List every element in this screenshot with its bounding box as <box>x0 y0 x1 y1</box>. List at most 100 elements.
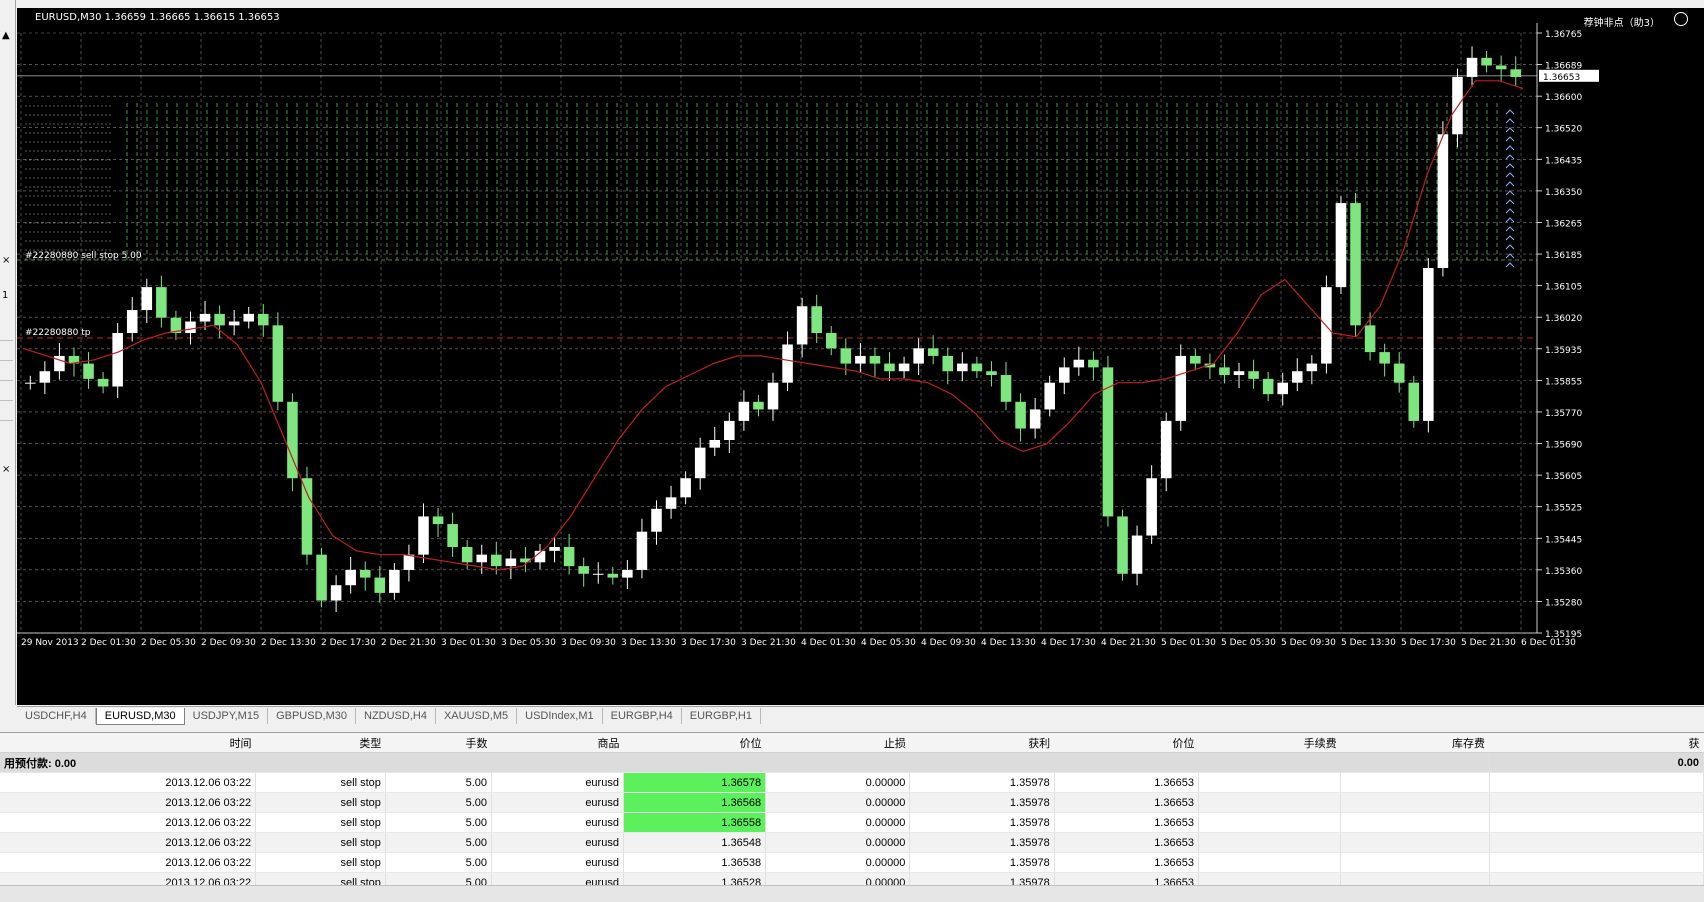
candle-body <box>1408 382 1420 421</box>
candle-body <box>957 363 968 372</box>
table-row[interactable]: 2013.12.06 03:22 sell stop 5.00 eurusd 1.365… <box>0 792 1704 813</box>
candle-body <box>447 524 458 548</box>
candle-body <box>228 321 240 326</box>
candle-body <box>753 401 764 410</box>
table-cell: 2013.12.06 03:22 <box>0 832 257 853</box>
order-arrow <box>1505 244 1515 250</box>
column-header[interactable]: 商品 <box>491 733 624 753</box>
table-cell: 2013.12.06 03:22 <box>0 812 257 833</box>
tab-eurgbp-h1[interactable]: EURGBP,H1 <box>682 708 761 724</box>
column-header[interactable]: 库存费 <box>1340 733 1490 753</box>
candle-body <box>1452 76 1463 135</box>
column-header[interactable]: 价位 <box>1054 733 1199 753</box>
close-icon[interactable]: × <box>2 464 10 475</box>
table-cell: sell stop <box>255 852 386 873</box>
navigator-panel-collapsed[interactable]: ▲ × 1 × <box>0 0 16 705</box>
candle-body <box>39 371 51 383</box>
table-row[interactable]: 2013.12.06 03:22 sell stop 5.00 eurusd 1.365… <box>0 852 1704 873</box>
column-header[interactable]: 止损 <box>765 733 910 753</box>
order-arrow <box>1505 109 1515 115</box>
tab-eurgbp-h4[interactable]: EURGBP,H4 <box>603 708 682 724</box>
column-header[interactable]: 手续费 <box>1198 733 1341 753</box>
table-row[interactable]: 2013.12.06 03:22 sell stop 5.00 eurusd 1.365… <box>0 832 1704 853</box>
time-label: 29 Nov 2013 <box>21 638 79 648</box>
table-cell: 2013.12.06 03:22 <box>0 772 257 793</box>
price-label: 1.36265 <box>1545 219 1582 229</box>
candle-body <box>374 577 386 593</box>
column-header[interactable]: 获 <box>1489 733 1704 753</box>
candle-body <box>855 355 866 364</box>
time-label: 4 Dec 17:30 <box>1041 638 1096 648</box>
table-cell: 0.00000 <box>765 812 911 833</box>
margin-summary-value: 0.00 <box>1489 752 1704 773</box>
candle-body <box>345 569 356 586</box>
current-price-label: 1.36653 <box>1543 73 1580 83</box>
candle-body <box>1088 359 1099 368</box>
table-cell: 1.36578 <box>623 772 767 793</box>
table-cell: 1.35978 <box>909 792 1055 813</box>
chart-title: EURUSD,M30 1.36659 1.36665 1.36615 1.366… <box>35 12 280 23</box>
candle-body <box>927 348 939 356</box>
horizontal-scrollbar[interactable] <box>0 885 1704 902</box>
time-label: 5 Dec 05:30 <box>1221 638 1276 648</box>
margin-summary-label: 用预付款: 0.00 <box>0 752 1490 773</box>
table-cell <box>1198 792 1342 813</box>
candle-body <box>767 382 779 410</box>
candle-body <box>243 313 255 322</box>
column-header[interactable]: 时间 <box>0 733 256 753</box>
candle-body <box>214 313 225 326</box>
table-cell: 0.00000 <box>765 832 911 853</box>
column-header[interactable]: 手数 <box>385 733 492 753</box>
candle-body <box>97 378 109 387</box>
tab-eurusd-m30[interactable]: EURUSD,M30 <box>95 708 185 725</box>
price-chart[interactable]: #22280880 sell stop 5.00 #22280880 tp 1.36… <box>17 8 1704 705</box>
table-cell: 5.00 <box>385 832 493 853</box>
table-row[interactable]: 2013.12.06 03:22 sell stop 5.00 eurusd 1.365… <box>0 812 1704 833</box>
time-label: 3 Dec 05:30 <box>501 638 556 648</box>
candle-body <box>869 355 881 364</box>
tab-xauusd-m5[interactable]: XAUUSD,M5 <box>436 708 518 724</box>
table-cell <box>1340 772 1490 793</box>
table-cell <box>1340 832 1490 853</box>
candle-body <box>665 497 677 509</box>
tab-usdindex-m1[interactable]: USDIndex,M1 <box>517 708 603 724</box>
candle-body <box>1437 134 1449 269</box>
table-cell: 5.00 <box>385 852 493 873</box>
time-label: 4 Dec 09:30 <box>921 638 976 648</box>
candle-body <box>1000 375 1012 402</box>
candle-body <box>694 447 706 479</box>
chart-tabs: USDCHF,H4 EURUSD,M30 USDJPY,M15 GBPUSD,M30 N… <box>17 706 1704 727</box>
candlestick-chart-svg[interactable]: #22280880 sell stop 5.00 #22280880 tp 1.36… <box>17 8 1704 705</box>
column-header[interactable]: 价位 <box>623 733 766 753</box>
candle-body <box>1248 371 1259 379</box>
table-cell <box>1198 812 1342 833</box>
table-cell: 1.36653 <box>1054 812 1199 833</box>
time-label: 3 Dec 21:30 <box>741 638 796 648</box>
time-label: 2 Dec 05:30 <box>141 638 196 648</box>
table-row[interactable]: 2013.12.06 03:22 sell stop 5.00 eurusd 1.365… <box>0 772 1704 793</box>
table-cell: 5.00 <box>385 772 493 793</box>
scroll-up-icon[interactable]: ▲ <box>2 30 10 41</box>
table-cell: 2013.12.06 03:22 <box>0 852 257 873</box>
tab-nzdusd-h4[interactable]: NZDUSD,H4 <box>356 708 436 724</box>
candle-body <box>636 531 648 570</box>
time-label: 5 Dec 01:30 <box>1161 638 1216 648</box>
close-icon[interactable]: × <box>2 255 10 266</box>
column-header[interactable]: 获利 <box>909 733 1055 753</box>
order-arrow <box>1505 145 1515 151</box>
candle-body <box>724 420 735 441</box>
price-label: 1.36765 <box>1545 30 1582 40</box>
tab-usdjpy-m15[interactable]: USDJPY,M15 <box>185 708 269 724</box>
candle-body <box>1131 535 1143 574</box>
tab-gbpusd-m30[interactable]: GBPUSD,M30 <box>268 708 356 724</box>
column-header[interactable]: 类型 <box>255 733 386 753</box>
candle-body <box>592 573 604 575</box>
candle-body <box>1393 363 1405 383</box>
candle-body <box>1510 69 1521 77</box>
table-cell: 1.35978 <box>909 772 1055 793</box>
table-cell <box>1489 772 1704 793</box>
tab-usdchf-h4[interactable]: USDCHF,H4 <box>17 708 96 724</box>
table-cell <box>1489 852 1704 873</box>
time-label: 3 Dec 09:30 <box>561 638 616 648</box>
candle-body <box>1175 355 1187 421</box>
